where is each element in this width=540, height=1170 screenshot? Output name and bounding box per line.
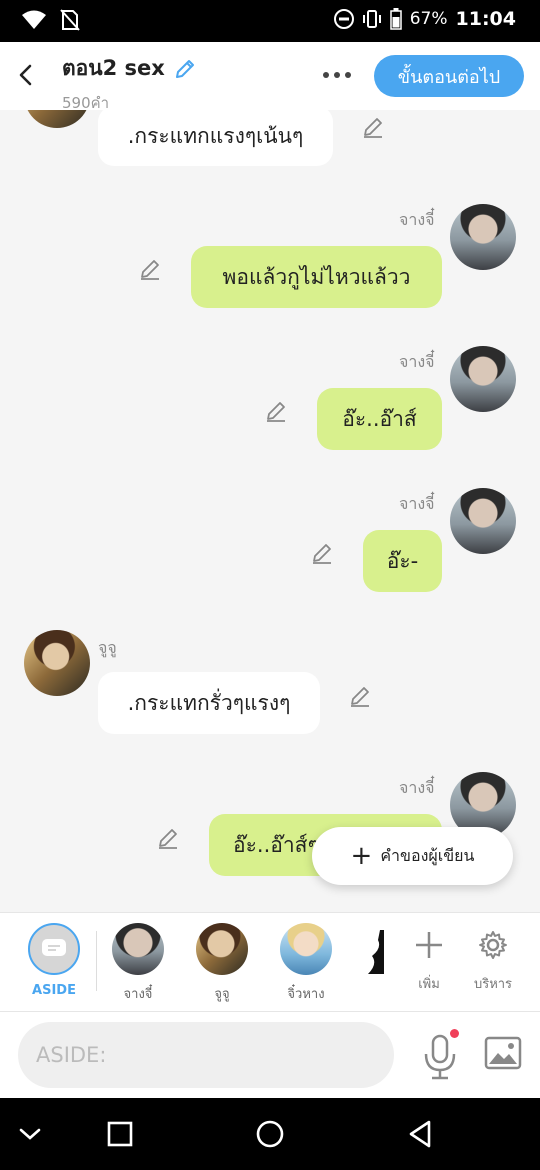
message-bubble[interactable]: .กระแทกรั่วๆแรงๆ <box>98 672 320 734</box>
message-text: พอแล้วกูไม่ไหวแล้วว <box>222 264 411 289</box>
message-text: อ๊ะ..อ๊าส์ๆ <box>233 832 319 857</box>
message-bubble[interactable]: อ๊ะ- <box>363 530 442 592</box>
clock: 11:04 <box>455 8 516 30</box>
message-text: อ๊ะ- <box>386 548 419 573</box>
sender-name: จางจี๋ <box>399 352 435 371</box>
character-name: ASIDE <box>32 983 76 998</box>
battery-icon <box>389 8 402 30</box>
edit-message-icon[interactable] <box>310 541 334 565</box>
message-bubble[interactable]: พอแล้วกูไม่ไหวแล้วว <box>191 246 442 308</box>
edit-message-icon[interactable] <box>156 826 180 850</box>
message-text: อ๊ะ..อ๊าส์ <box>342 406 417 431</box>
message-text: .กระแทกรั่วๆแรงๆ <box>127 690 291 715</box>
avatar[interactable] <box>450 488 516 554</box>
nav-collapse-button[interactable] <box>12 1116 48 1152</box>
nav-back-button[interactable] <box>402 1116 438 1152</box>
avatar <box>196 923 248 975</box>
wifi-icon <box>22 10 46 29</box>
sender-name: จางจี๋ <box>399 494 435 513</box>
vibrate-icon <box>362 10 381 28</box>
gear-icon <box>479 931 507 959</box>
circle-icon <box>256 1120 284 1148</box>
character-aside[interactable]: ASIDE <box>19 923 89 998</box>
add-label: เพิ่ม <box>418 977 440 992</box>
back-icon <box>19 64 32 86</box>
avatar <box>112 923 164 975</box>
sender-name: จางจี๋ <box>399 210 435 229</box>
input-bar <box>0 1012 540 1098</box>
chapter-title-row: ตอน2 sex <box>62 52 197 85</box>
next-step-button[interactable]: ขั้นตอนต่อไป <box>374 55 524 97</box>
edit-message-icon[interactable] <box>138 257 162 281</box>
manage-button[interactable]: บริหาร <box>463 925 523 994</box>
avatar[interactable] <box>450 204 516 270</box>
manage-label: บริหาร <box>473 977 513 992</box>
app-header: ตอน2 sex 590คำ ขั้นตอนต่อไป <box>0 42 540 112</box>
character-name: จางจี๋ <box>123 987 153 1002</box>
character-partial[interactable] <box>366 930 384 974</box>
avatar[interactable] <box>24 110 90 128</box>
pencil-icon[interactable] <box>173 57 197 81</box>
edit-message-icon[interactable] <box>264 399 288 423</box>
chat-area[interactable]: .กระแทกแรงๆเน้นๆ จางจี๋ พอแล้วกูไม่ไหวแล… <box>0 110 540 912</box>
plus-icon: + <box>350 841 373 871</box>
aside-icon <box>28 923 80 975</box>
chapter-title: ตอน2 sex <box>62 56 165 80</box>
title-block: ตอน2 sex 590คำ <box>62 52 197 115</box>
avatar[interactable] <box>450 346 516 412</box>
notification-dot <box>450 1029 459 1038</box>
message-bubble[interactable]: อ๊ะ..อ๊าส์ <box>317 388 442 450</box>
image-button[interactable] <box>484 1036 522 1070</box>
character-jiwhang[interactable]: จิ๋วหาง <box>271 923 341 1004</box>
square-icon <box>107 1121 133 1147</box>
status-bar: 67% 11:04 <box>0 0 540 42</box>
system-nav-bar <box>0 1098 540 1170</box>
character-jangji[interactable]: จางจี๋ <box>103 923 173 1004</box>
sender-name: จูจู <box>98 638 117 657</box>
add-character-button[interactable]: เพิ่ม <box>399 925 459 994</box>
avatar <box>280 923 332 975</box>
back-button[interactable] <box>12 60 40 90</box>
character-bar: ASIDE จางจี๋ จูจู จิ๋วหาง เพิ่ม บริหาร <box>0 912 540 1012</box>
nav-recents-button[interactable] <box>102 1116 138 1152</box>
battery-percent: 67% <box>409 9 448 29</box>
plus-icon <box>416 932 442 958</box>
author-note-button[interactable]: + คำของผู้เขียน <box>312 827 513 885</box>
message-bubble[interactable]: .กระแทกแรงๆเน้นๆ <box>98 110 333 166</box>
avatar[interactable] <box>24 630 90 696</box>
chevron-down-icon <box>19 1128 41 1140</box>
edit-message-icon[interactable] <box>348 684 372 708</box>
sender-name: จางจี๋ <box>399 778 435 797</box>
aside-input[interactable] <box>18 1022 394 1088</box>
author-note-label: คำของผู้เขียน <box>380 845 475 865</box>
character-juju[interactable]: จูจู <box>187 923 257 1004</box>
more-icon[interactable] <box>318 64 356 86</box>
message-text: .กระแทกแรงๆเน้นๆ <box>127 123 304 148</box>
character-name: จิ๋วหาง <box>287 987 325 1002</box>
character-name: จูจู <box>214 987 230 1002</box>
edit-message-icon[interactable] <box>361 115 385 139</box>
no-sim-icon <box>60 9 80 31</box>
nav-home-button[interactable] <box>252 1116 288 1152</box>
image-icon <box>484 1036 522 1070</box>
triangle-icon <box>409 1120 431 1148</box>
divider <box>96 931 97 991</box>
dnd-icon <box>333 9 354 29</box>
